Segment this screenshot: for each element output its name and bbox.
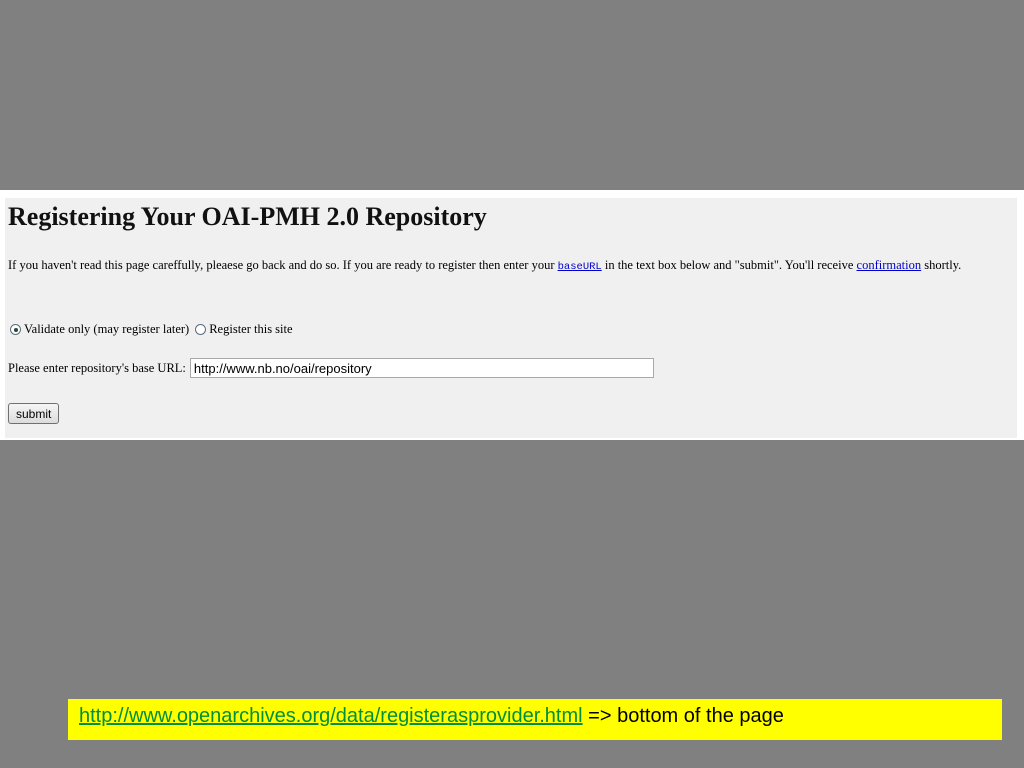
source-caption: http://www.openarchives.org/data/registe… [68, 699, 1002, 740]
browser-screenshot: Registering Your OAI-PMH 2.0 Repository … [0, 190, 1024, 440]
submit-button[interactable]: submit [8, 403, 60, 424]
base-url-input[interactable] [189, 358, 654, 378]
validate-only-radio[interactable] [10, 324, 21, 335]
caption-suffix: bottom of the page [617, 705, 784, 727]
caption-arrow: => [588, 705, 612, 727]
intro-paragraph: If you haven't read this page careffully… [8, 256, 998, 277]
source-url-link[interactable]: http://www.openarchives.org/data/registe… [79, 705, 583, 727]
page-title: Registering Your OAI-PMH 2.0 Repository [8, 202, 487, 231]
validate-only-option[interactable]: Validate only (may register later) [10, 322, 189, 337]
registration-page: Registering Your OAI-PMH 2.0 Repository … [5, 198, 1017, 438]
baseurl-link[interactable]: baseURL [558, 261, 602, 273]
base-url-label: Please enter repository's base URL: [8, 360, 186, 375]
registration-mode-options: Validate only (may register later) Regis… [10, 322, 299, 337]
register-site-label: Register this site [209, 322, 293, 336]
intro-text-before: If you haven't read this page careffully… [8, 258, 558, 272]
intro-text-after: shortly. [921, 258, 962, 272]
confirmation-link[interactable]: confirmation [857, 258, 922, 272]
register-site-option[interactable]: Register this site [195, 322, 293, 337]
base-url-row: Please enter repository's base URL: [8, 358, 654, 378]
register-site-radio[interactable] [195, 324, 207, 335]
intro-text-middle: in the text box below and "submit". You'… [601, 258, 857, 272]
validate-only-label: Validate only (may register later) [24, 322, 190, 336]
